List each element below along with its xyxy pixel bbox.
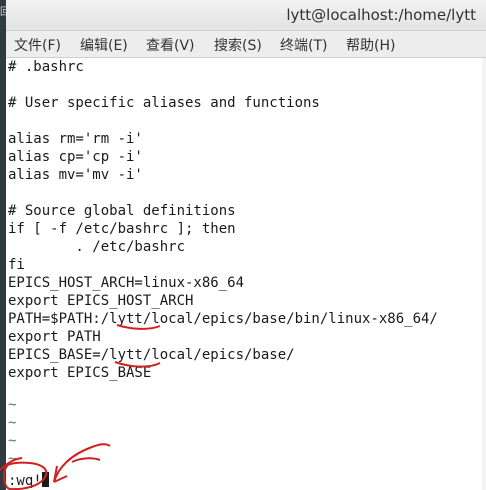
editor-line: # Source global definitions bbox=[8, 203, 236, 219]
menu-file[interactable]: 文件(F) bbox=[14, 35, 61, 55]
menu-bar: 文件(F) 编辑(E) 查看(V) 搜索(S) 终端(T) 帮助(H) bbox=[6, 31, 486, 58]
editor-line: . /etc/bashrc bbox=[8, 239, 186, 255]
editor-line: fi bbox=[8, 257, 25, 273]
empty-line-marker: ~ bbox=[8, 451, 17, 467]
terminal-area[interactable]: # .bashrc # User specific aliases and fu… bbox=[6, 58, 484, 490]
menu-terminal[interactable]: 终端(T) bbox=[280, 35, 327, 55]
scrollbar[interactable] bbox=[482, 58, 486, 490]
text-cursor bbox=[41, 472, 49, 487]
menu-edit[interactable]: 编辑(E) bbox=[80, 35, 128, 55]
empty-line-marker: ~ bbox=[8, 433, 17, 449]
menu-help[interactable]: 帮助(H) bbox=[346, 35, 395, 55]
command-text: :wq! bbox=[8, 473, 42, 489]
editor-line: alias cp='cp -i' bbox=[8, 149, 143, 165]
editor-line: PATH=$PATH:/lytt/local/epics/base/bin/li… bbox=[8, 311, 438, 327]
editor-line: EPICS_BASE=/lytt/local/epics/base/ bbox=[8, 347, 295, 363]
editor-line: export PATH bbox=[8, 329, 101, 345]
editor-line: export EPICS_HOST_ARCH bbox=[8, 293, 194, 309]
menu-search[interactable]: 搜索(S) bbox=[214, 35, 262, 55]
window-titlebar[interactable]: lytt@localhost:/home/lytt bbox=[6, 0, 486, 31]
editor-line: export EPICS_BASE bbox=[8, 365, 152, 381]
menu-view[interactable]: 查看(V) bbox=[146, 35, 195, 55]
window-title: lytt@localhost:/home/lytt bbox=[286, 6, 476, 24]
command-line[interactable]: :wq! bbox=[8, 472, 49, 490]
editor-line: alias mv='mv -i' bbox=[8, 167, 143, 183]
editor-line: # User specific aliases and functions bbox=[8, 95, 320, 111]
editor-line: alias rm='rm -i' bbox=[8, 131, 143, 147]
empty-line-marker: ~ bbox=[8, 397, 17, 413]
editor-line: if [ -f /etc/bashrc ]; then bbox=[8, 221, 236, 237]
editor-line: EPICS_HOST_ARCH=linux-x86_64 bbox=[8, 275, 245, 291]
editor-line: # .bashrc bbox=[8, 59, 84, 75]
empty-line-marker: ~ bbox=[8, 415, 17, 431]
